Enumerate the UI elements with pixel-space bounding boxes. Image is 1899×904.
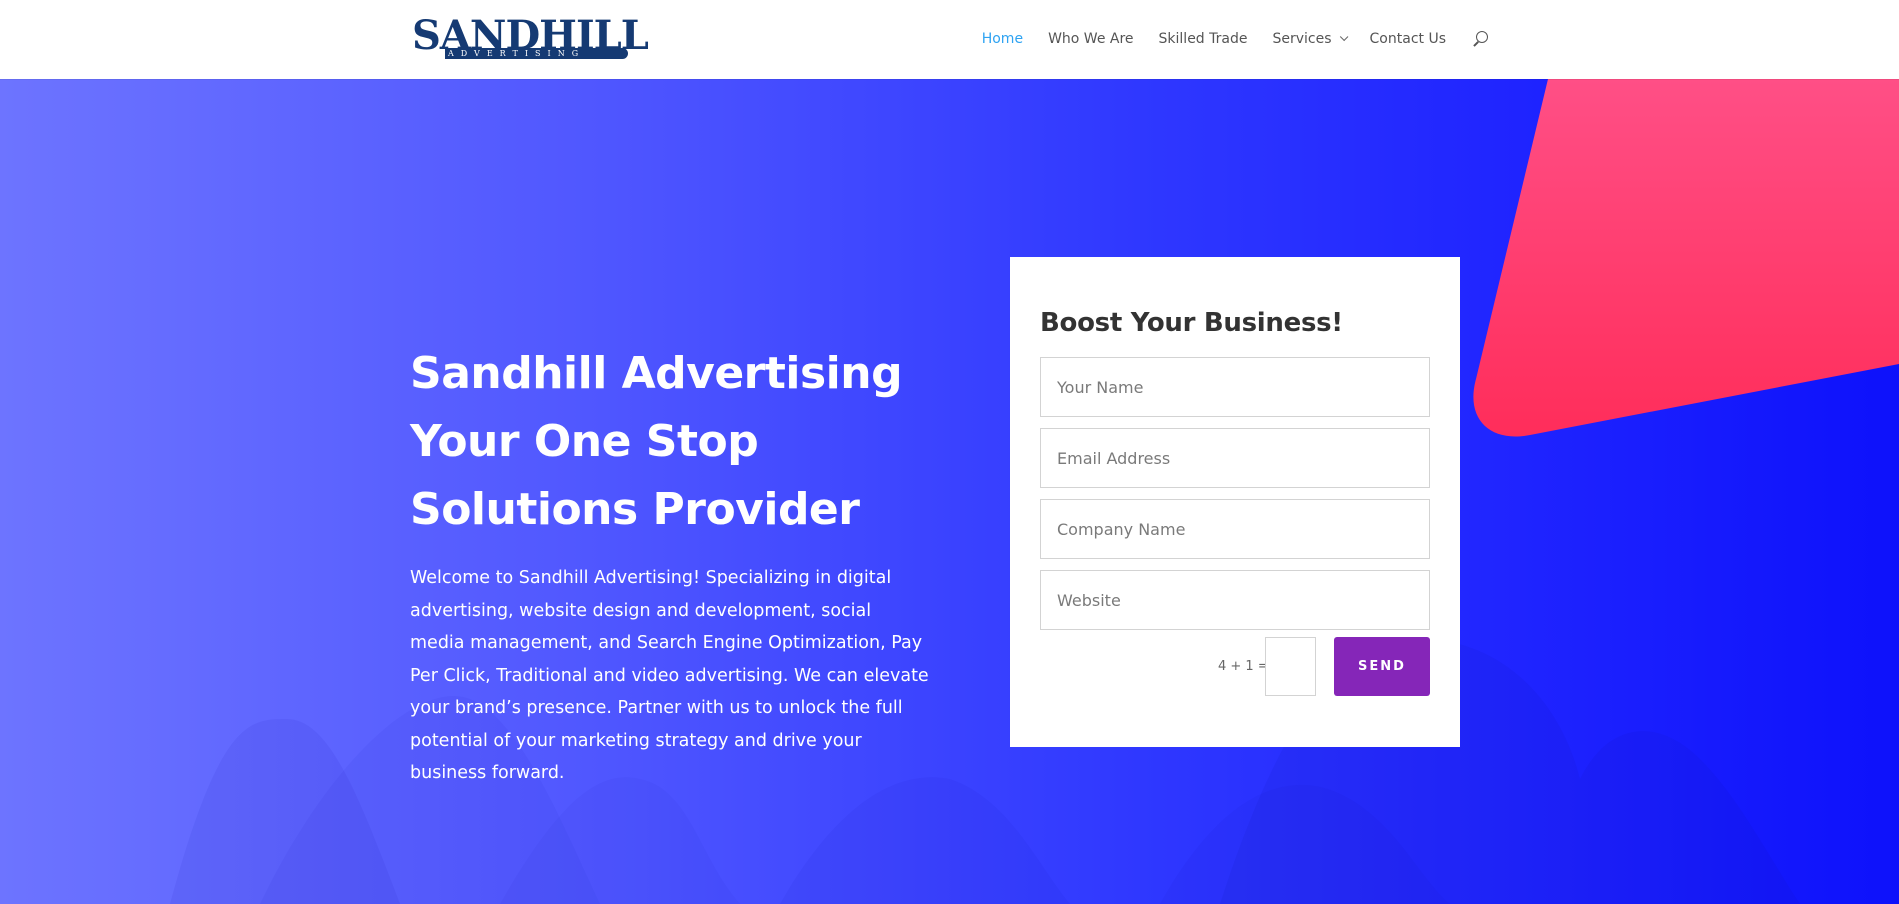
form-title: Boost Your Business! (1040, 308, 1343, 338)
hero-title-line: Sandhill Advertising (410, 348, 903, 399)
bg-wave-shape (780, 777, 1070, 904)
company-field[interactable] (1040, 499, 1430, 559)
contact-form-card: Boost Your Business! 4 + 1 = SEND (1010, 257, 1460, 747)
main-nav: Home Who We Are Skilled Trade Services C… (982, 27, 1490, 51)
hero-section: Sandhill Advertising Your One Stop Solut… (0, 79, 1899, 904)
name-field[interactable] (1040, 357, 1430, 417)
nav-label: Home (981, 31, 1024, 47)
nav-item-services[interactable]: Services (1272, 31, 1348, 47)
nav-label: Services (1272, 31, 1332, 47)
hero-title: Sandhill Advertising Your One Stop Solut… (410, 340, 930, 544)
search-icon[interactable] (1472, 30, 1490, 48)
nav-item-who-we-are[interactable]: Who We Are (1048, 31, 1133, 47)
captcha-question: 4 + 1 = (1218, 659, 1269, 674)
nav-item-contact-us[interactable]: Contact Us (1370, 31, 1446, 47)
hero-text-block: Sandhill Advertising Your One Stop Solut… (410, 340, 930, 790)
search-icon-handle (1473, 41, 1479, 47)
nav-item-skilled-trade[interactable]: Skilled Trade (1159, 31, 1248, 47)
logo-tagline: ADVERTISING (448, 49, 586, 58)
hero-title-line: Your One Stop (410, 416, 759, 467)
hero-title-line: Solutions Provider (410, 484, 860, 535)
nav-label: Who We Are (1048, 31, 1134, 47)
captcha-input[interactable] (1265, 637, 1316, 696)
chevron-down-icon (1339, 32, 1348, 42)
nav-label: Skilled Trade (1158, 31, 1248, 47)
sandhill-logo[interactable]: SANDHILL ADVERTISING (412, 14, 649, 62)
nav-label: Contact Us (1369, 31, 1446, 47)
email-field[interactable] (1040, 428, 1430, 488)
hero-description: Welcome to Sandhill Advertising! Special… (410, 568, 929, 783)
send-button[interactable]: SEND (1334, 637, 1430, 696)
hero-background-shapes (170, 79, 1899, 904)
website-field[interactable] (1040, 570, 1430, 630)
accent-angled-shape (1473, 79, 1899, 437)
site-header: SANDHILL ADVERTISING Home Who We Are Ski… (0, 0, 1899, 79)
nav-item-home[interactable]: Home (982, 31, 1023, 47)
